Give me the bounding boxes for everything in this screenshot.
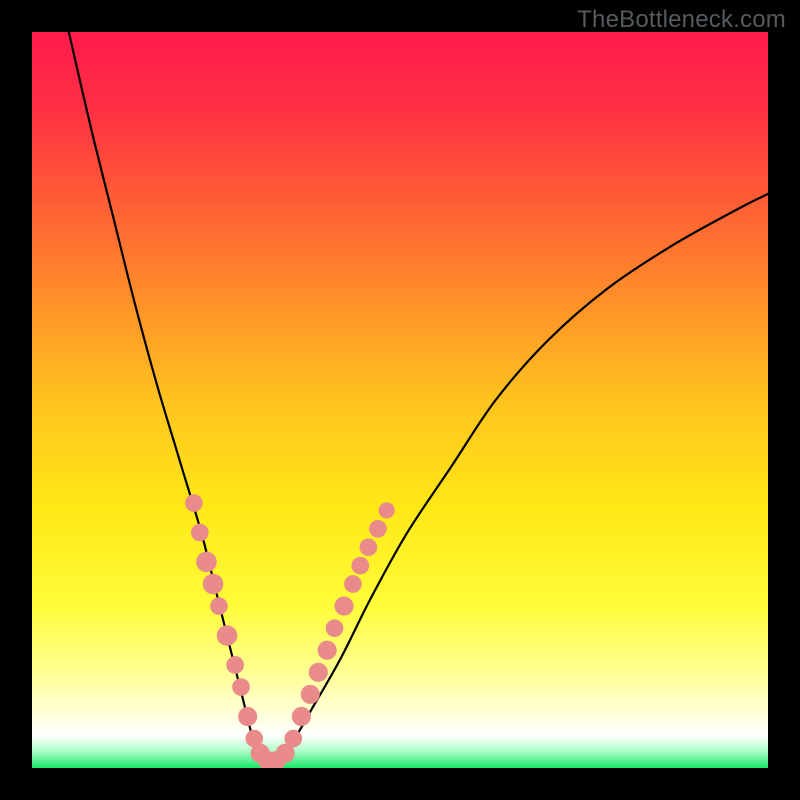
data-dot (217, 625, 238, 646)
plot-area (32, 32, 768, 768)
data-dot (351, 557, 369, 575)
data-dot (185, 494, 203, 512)
data-dot (284, 730, 302, 748)
data-dot (301, 685, 320, 704)
data-dot (232, 678, 250, 696)
data-dot (318, 641, 337, 660)
data-dot (309, 663, 328, 682)
watermark-text: TheBottleneck.com (577, 6, 786, 34)
bottleneck-curve (69, 32, 768, 765)
data-dot (191, 524, 209, 542)
data-dot (203, 574, 224, 595)
data-dot (344, 575, 362, 593)
data-dot (238, 707, 257, 726)
chart-frame: TheBottleneck.com (0, 0, 800, 800)
data-dot (196, 552, 217, 573)
data-dot (326, 619, 344, 637)
data-dot (369, 520, 387, 538)
data-dot (360, 538, 378, 556)
data-dot (226, 656, 244, 674)
data-dot (379, 502, 395, 518)
data-dot (334, 597, 353, 616)
data-dots (185, 494, 395, 768)
data-dot (292, 707, 311, 726)
data-dot (210, 597, 228, 615)
curve-layer (32, 32, 768, 768)
